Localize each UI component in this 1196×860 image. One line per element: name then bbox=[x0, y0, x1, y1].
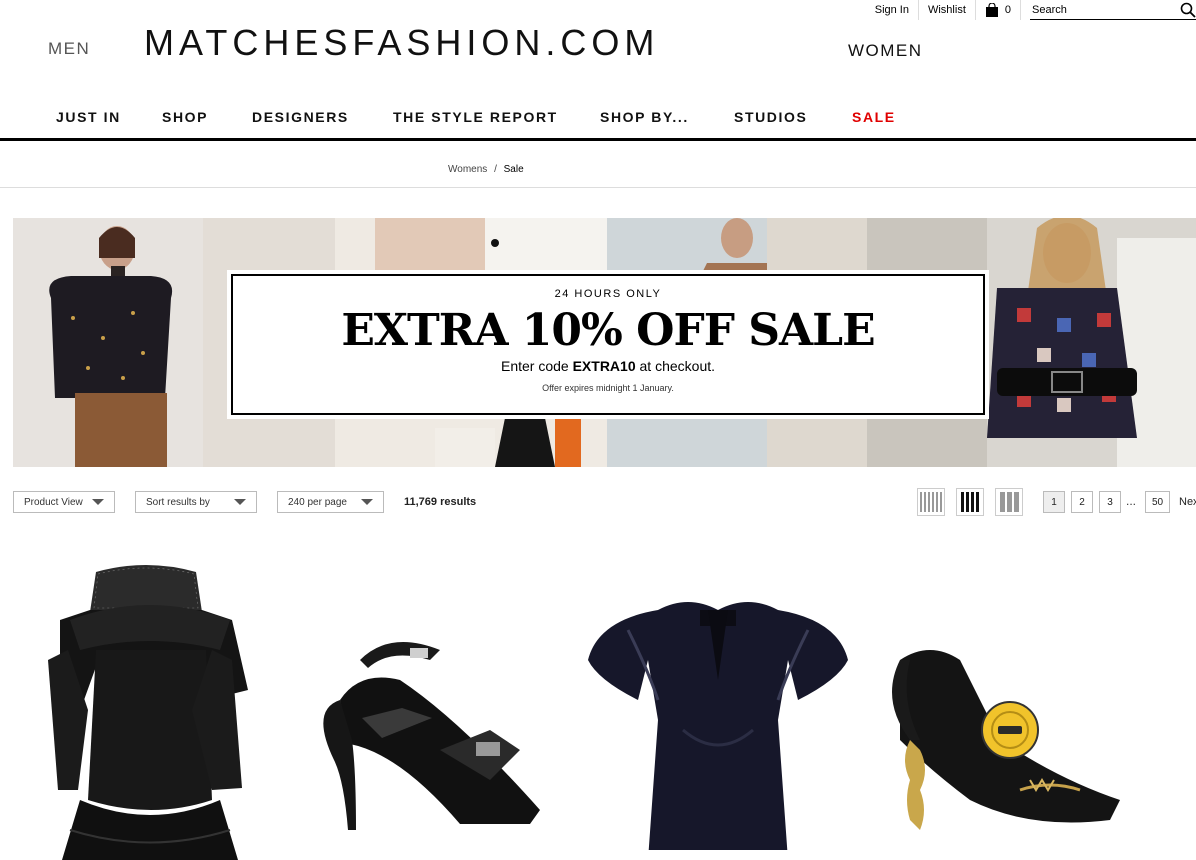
promo-box-border: 24 HOURS ONLY EXTRA 10% OFF SALE Enter c… bbox=[231, 274, 985, 415]
main-nav: JUST IN SHOP DESIGNERS THE STYLE REPORT … bbox=[0, 100, 1196, 141]
nav-shop[interactable]: SHOP bbox=[162, 109, 208, 125]
page-1-button[interactable]: 1 bbox=[1043, 491, 1065, 513]
grid-view-large-button[interactable] bbox=[995, 488, 1023, 516]
page-50-button[interactable]: 50 bbox=[1145, 491, 1171, 513]
nav-just-in[interactable]: JUST IN bbox=[56, 109, 121, 125]
next-page-link[interactable]: Next bbox=[1179, 496, 1196, 508]
promo-headline: EXTRA 10% OFF SALE bbox=[341, 305, 875, 356]
promo-fine-print: Offer expires midnight 1 January. bbox=[542, 383, 674, 393]
wishlist-link[interactable]: Wishlist bbox=[917, 0, 975, 20]
results-count: 11,769 results bbox=[404, 496, 477, 508]
breadcrumb: Womens / Sale bbox=[448, 164, 524, 175]
promo-code-prefix: Enter code bbox=[500, 358, 573, 374]
product-view-select[interactable]: Product View bbox=[13, 491, 115, 513]
page-3-button[interactable]: 3 bbox=[1099, 491, 1121, 513]
shopping-bag-icon bbox=[985, 3, 998, 17]
bag-count: 0 bbox=[1004, 4, 1011, 16]
page-2-button[interactable]: 2 bbox=[1071, 491, 1093, 513]
women-department-link[interactable]: WOMEN bbox=[848, 41, 923, 61]
search-wrap bbox=[1020, 0, 1196, 20]
product-card[interactable] bbox=[870, 600, 1140, 855]
men-department-link[interactable]: MEN bbox=[48, 39, 90, 59]
sign-in-link[interactable]: Sign In bbox=[866, 0, 918, 20]
per-page-select[interactable]: 240 per page bbox=[277, 491, 384, 513]
promo-box: 24 HOURS ONLY EXTRA 10% OFF SALE Enter c… bbox=[227, 270, 989, 419]
nav-shop-by[interactable]: SHOP BY... bbox=[600, 109, 689, 125]
product-card[interactable] bbox=[40, 560, 260, 860]
black-lace-ruffle-dress-image bbox=[48, 565, 248, 860]
product-card[interactable] bbox=[300, 600, 560, 845]
breadcrumb-sale: Sale bbox=[503, 164, 524, 175]
sort-label: Sort results by bbox=[146, 496, 210, 508]
search-input[interactable] bbox=[1032, 3, 1172, 16]
search-box bbox=[1030, 0, 1196, 20]
site-logo[interactable]: MATCHESFASHION.COM bbox=[144, 22, 659, 64]
breadcrumb-separator: / bbox=[494, 164, 497, 175]
nav-studios[interactable]: STUDIOS bbox=[734, 109, 807, 125]
shopping-bag-button[interactable]: 0 bbox=[974, 0, 1020, 20]
promo-code: EXTRA10 bbox=[572, 358, 636, 374]
product-card[interactable] bbox=[588, 590, 848, 860]
promo-kicker: 24 HOURS ONLY bbox=[554, 288, 662, 300]
jacquemus-satin-top-image bbox=[588, 602, 848, 860]
breadcrumb-divider bbox=[0, 187, 1196, 188]
chevron-down-icon bbox=[92, 499, 104, 505]
chevron-down-icon bbox=[234, 499, 246, 505]
sort-select[interactable]: Sort results by bbox=[135, 491, 257, 513]
promo-code-suffix: at checkout. bbox=[635, 358, 716, 374]
product-view-label: Product View bbox=[24, 496, 83, 508]
promo-code-line: Enter code EXTRA10 at checkout. bbox=[233, 358, 983, 374]
nav-designers[interactable]: DESIGNERS bbox=[252, 109, 349, 125]
grid-view-medium-button[interactable] bbox=[956, 488, 984, 516]
search-icon[interactable] bbox=[1180, 2, 1196, 18]
promo-banner[interactable]: 24 HOURS ONLY EXTRA 10% OFF SALE Enter c… bbox=[13, 218, 1196, 467]
pagination-ellipsis: ... bbox=[1126, 494, 1137, 508]
breadcrumb-womens[interactable]: Womens bbox=[448, 164, 487, 175]
black-satin-bow-sandal-image bbox=[323, 642, 540, 830]
per-page-label: 240 per page bbox=[288, 496, 347, 508]
grid-view-small-button[interactable] bbox=[917, 488, 945, 516]
utility-bar: Sign In Wishlist 0 bbox=[866, 0, 1196, 20]
jewelled-heel-button-pump-image bbox=[892, 650, 1120, 830]
chevron-down-icon bbox=[361, 499, 373, 505]
nav-style-report[interactable]: THE STYLE REPORT bbox=[393, 109, 558, 125]
nav-sale[interactable]: SALE bbox=[852, 109, 896, 125]
